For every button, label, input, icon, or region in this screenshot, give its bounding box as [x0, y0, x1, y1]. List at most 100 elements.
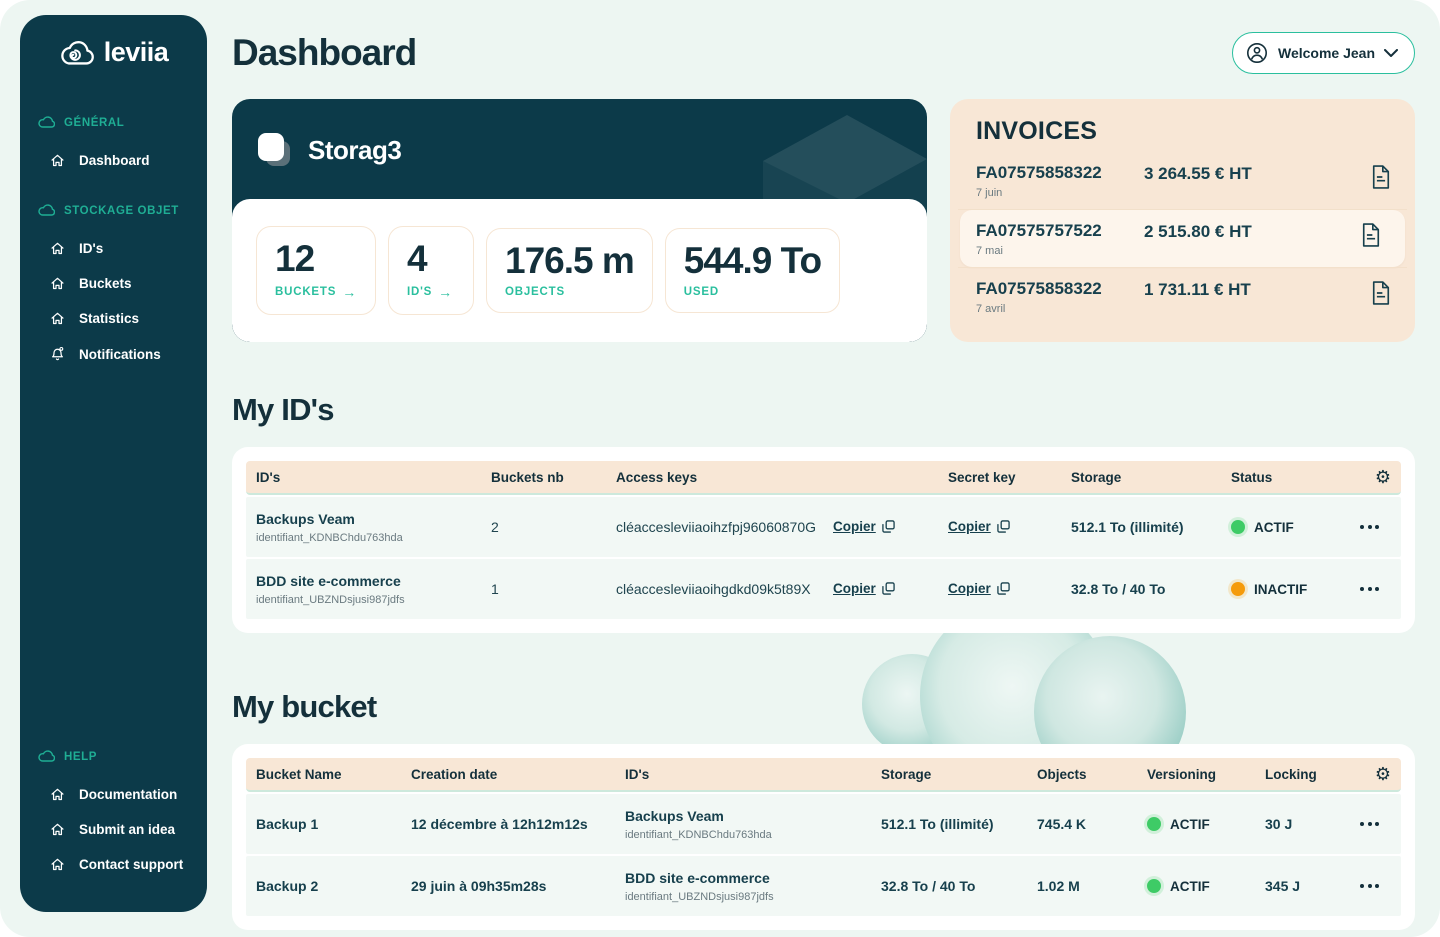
app-window: leviia GÉNÉRAL Dashboard STOCKAGE OBJET … [0, 0, 1440, 937]
stat-label: OBJECTS [505, 286, 565, 298]
invoice-download-button[interactable] [1361, 221, 1405, 252]
row-menu-button[interactable] [1360, 812, 1385, 836]
status-dot-orange [1231, 582, 1245, 596]
status-badge: ACTIF [1231, 510, 1360, 545]
home-icon [50, 822, 65, 837]
invoice-amount: 2 515.80 € HT [1144, 221, 1361, 242]
cloud-swirl-logo-icon [59, 39, 97, 67]
home-icon [50, 241, 65, 256]
versioning-badge: ACTIF [1147, 869, 1265, 904]
arrow-right-icon [342, 284, 357, 300]
main-header: Dashboard Welcome Jean [232, 30, 1415, 76]
column-header-secret-key: Secret key [948, 470, 1071, 485]
sidebar-item-contact-support[interactable]: Contact support [20, 847, 207, 882]
sidebar-item-label: Notifications [79, 347, 161, 362]
bucket-name: Backup 2 [246, 868, 411, 904]
stat-buckets[interactable]: 12 BUCKETS [256, 226, 376, 316]
bell-icon [50, 346, 65, 362]
invoice-row[interactable]: FA07575858322 7 juin 3 264.55 € HT [950, 152, 1415, 209]
access-key-value: cléaccesleviiaoihzfpj96060870G [616, 509, 833, 545]
versioning-badge: ACTIF [1147, 807, 1265, 842]
bucket-identifier: identifiant_UBZNDsjusi987jdfs [625, 891, 875, 903]
nav-section-help-header: HELP [20, 750, 207, 763]
invoice-row-selected[interactable]: FA07575757522 7 mai 2 515.80 € HT [960, 210, 1405, 267]
status-label: ACTIF [1254, 520, 1294, 535]
column-header-ids: ID's [246, 470, 491, 485]
column-header-storage: Storage [881, 767, 1037, 782]
stat-ids[interactable]: 4 ID'S [388, 226, 474, 316]
storage-value: 512.1 To (illimité) [881, 806, 1037, 842]
invoice-number: FA07575858322 [976, 279, 1144, 299]
buckets-count: 2 [491, 509, 616, 545]
my-ids-title: My ID's [232, 392, 1415, 428]
nav-section-label: STOCKAGE OBJET [64, 205, 179, 217]
locking-value: 345 J [1265, 868, 1360, 904]
objects-count: 1.02 M [1037, 868, 1147, 904]
bucket-name: Backup 1 [246, 806, 411, 842]
id-name: Backups Veam [256, 511, 485, 527]
main-content: Dashboard Welcome Jean [232, 0, 1415, 937]
column-header-storage: Storage [1071, 470, 1231, 485]
column-header-access-keys: Access keys [616, 470, 833, 485]
sidebar-item-label: Buckets [79, 276, 132, 291]
column-header-creation-date: Creation date [411, 767, 625, 782]
stat-value: 176.5 m [505, 242, 634, 281]
stat-label: ID'S [407, 286, 432, 298]
user-menu-button[interactable]: Welcome Jean [1232, 32, 1415, 74]
table-settings-button[interactable] [1375, 764, 1401, 785]
cloud-icon [38, 116, 55, 129]
copier-label: Copier [948, 581, 991, 596]
invoice-download-button[interactable] [1371, 163, 1415, 194]
bucket-id-name: BDD site e-commerce [625, 870, 875, 886]
row-menu-button[interactable] [1360, 874, 1385, 898]
sidebar-item-label: ID's [79, 241, 103, 256]
sidebar-item-notifications[interactable]: Notifications [20, 336, 207, 372]
nav-section-stockage: STOCKAGE OBJET ID's Buckets Statistics N… [20, 204, 207, 372]
leviia-logo: leviia [20, 37, 207, 68]
invoice-row[interactable]: FA07575858322 7 avril 1 731.11 € HT [950, 268, 1415, 325]
stat-value: 4 [407, 240, 455, 279]
nav-section-general-header: GÉNÉRAL [20, 116, 207, 129]
copy-secret-key-button[interactable]: Copier [948, 519, 1010, 534]
table-row: BDD site e-commerce identifiant_UBZNDsju… [246, 559, 1401, 619]
user-avatar-icon [1245, 41, 1269, 65]
column-header-locking: Locking [1265, 767, 1360, 782]
copy-icon [997, 582, 1010, 595]
access-key-value: cléaccesleviiaoihgdkd09k5t89X [616, 571, 833, 607]
sidebar-item-ids[interactable]: ID's [20, 231, 207, 266]
row-menu-button[interactable] [1360, 577, 1385, 601]
invoices-panel: INVOICES FA07575858322 7 juin 3 264.55 €… [950, 99, 1415, 342]
status-label: ACTIF [1170, 817, 1210, 832]
storag3-app-icon [258, 133, 292, 167]
stat-objects: 176.5 m OBJECTS [486, 228, 653, 314]
nav-section-label: HELP [64, 751, 97, 763]
copy-access-key-button[interactable]: Copier [833, 519, 895, 534]
sidebar-item-dashboard[interactable]: Dashboard [20, 143, 207, 178]
id-identifier: identifiant_UBZNDsjusi987jdfs [256, 594, 485, 606]
row-menu-button[interactable] [1360, 515, 1385, 539]
invoice-download-button[interactable] [1371, 279, 1415, 310]
sidebar-item-submit-idea[interactable]: Submit an idea [20, 812, 207, 847]
chevron-down-icon [1384, 49, 1398, 57]
objects-count: 745.4 K [1037, 806, 1147, 842]
invoice-date: 7 avril [976, 303, 1144, 315]
copier-label: Copier [833, 581, 876, 596]
table-settings-button[interactable] [1375, 467, 1401, 488]
status-dot-green [1147, 817, 1161, 831]
column-header-objects: Objects [1037, 767, 1147, 782]
top-row: Storag3 12 BUCKETS 4 ID'S 176.5 m OBJECT… [232, 99, 1415, 342]
sidebar-item-label: Statistics [79, 311, 139, 326]
nav-section-help: HELP Documentation Submit an idea Contac… [20, 750, 207, 882]
sidebar-item-documentation[interactable]: Documentation [20, 777, 207, 812]
sidebar-item-statistics[interactable]: Statistics [20, 301, 207, 336]
storage-summary-card: Storag3 12 BUCKETS 4 ID'S 176.5 m OBJECT… [232, 99, 927, 342]
status-dot-green [1147, 879, 1161, 893]
home-icon [50, 787, 65, 802]
copy-secret-key-button[interactable]: Copier [948, 581, 1010, 596]
logo-wordmark: leviia [104, 37, 169, 68]
sidebar-item-buckets[interactable]: Buckets [20, 266, 207, 301]
column-header-versioning: Versioning [1147, 767, 1265, 782]
copier-label: Copier [948, 519, 991, 534]
copy-access-key-button[interactable]: Copier [833, 581, 895, 596]
copier-label: Copier [833, 519, 876, 534]
